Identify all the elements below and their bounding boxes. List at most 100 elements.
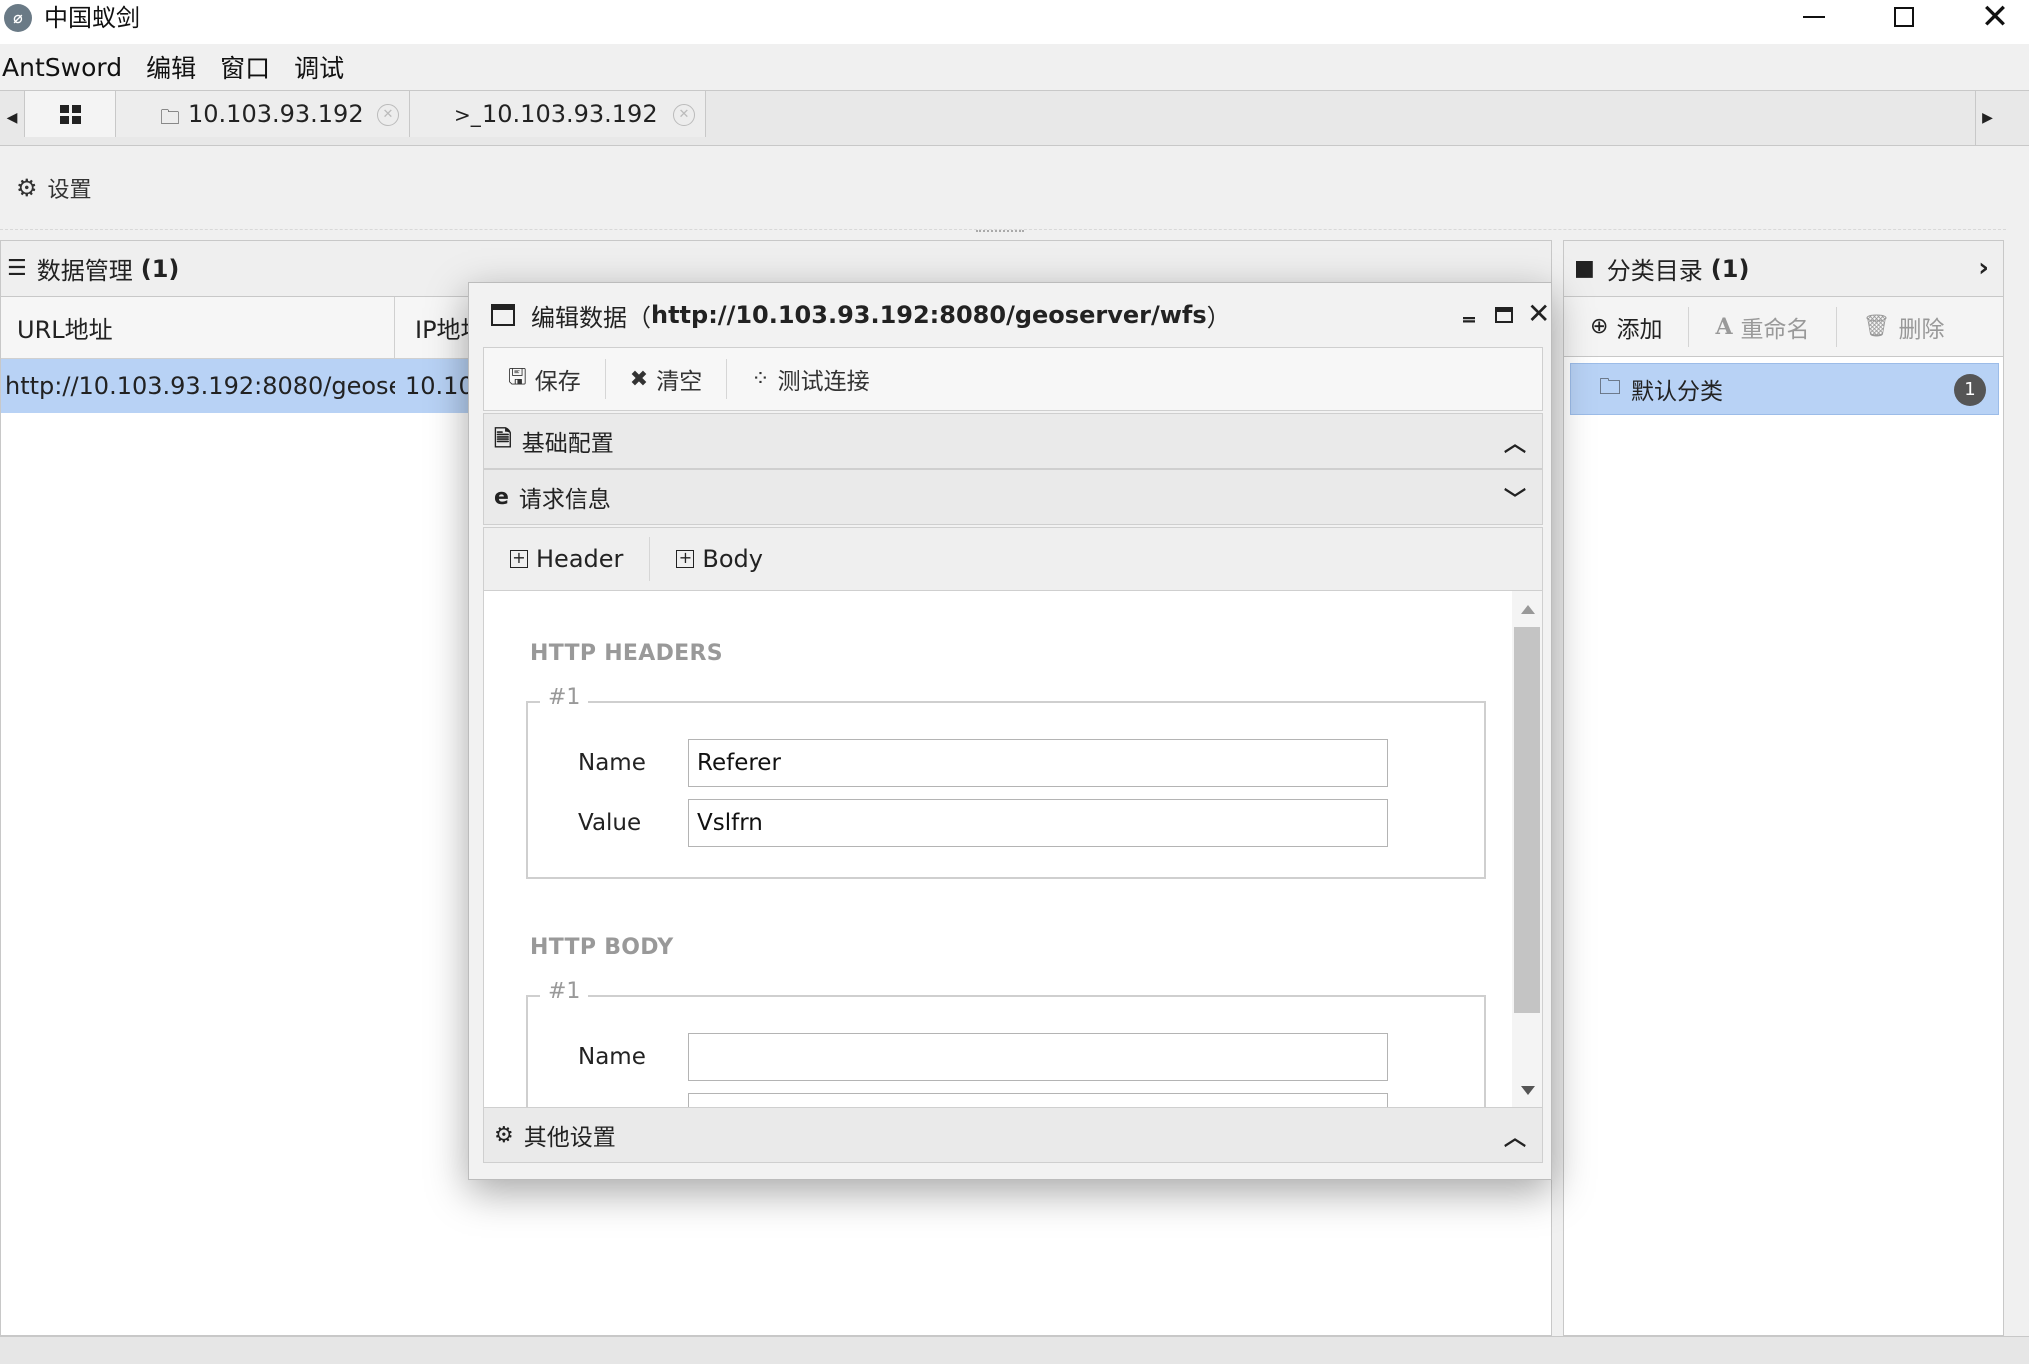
tab-label: 10.103.93.192	[188, 100, 364, 128]
dialog-title-prefix: 编辑数据（	[531, 303, 651, 332]
settings-button[interactable]: ⚙ 设置	[16, 172, 92, 204]
antsword-logo-icon: ⌀	[4, 4, 32, 32]
splitter-handle[interactable]	[976, 230, 1024, 236]
folder-open-icon: 🗀	[1599, 375, 1622, 400]
browser-e-icon: e	[494, 484, 509, 510]
dialog-title-bar[interactable]: 编辑数据（ http://10.103.93.192:8080/geoserve…	[469, 283, 1551, 347]
chevron-up-icon: ︿	[1503, 1126, 1526, 1151]
settings-label: 设置	[47, 178, 92, 203]
dialog-maximize-icon[interactable]	[1495, 301, 1513, 329]
dialog-toolbar: 🖫 保存 ✖ 清空 ⁘ 测试连接	[483, 347, 1543, 411]
category-panel-count: (1)	[1710, 254, 1750, 283]
maximize-button[interactable]	[1864, 0, 1944, 34]
floppy-icon: 🖫	[508, 365, 527, 390]
tab-terminal[interactable]: >_ 10.103.93.192 ✕	[410, 91, 706, 137]
chevron-up-icon: ︿	[1503, 432, 1526, 457]
content-scrollbar[interactable]	[1512, 591, 1542, 1107]
body-value-input[interactable]	[688, 1093, 1388, 1107]
category-count-badge: 1	[1954, 374, 1986, 406]
chevron-right-icon[interactable]: ›	[1978, 253, 1989, 283]
list-icon: ☰	[7, 256, 27, 281]
close-button[interactable]: ✕	[1955, 0, 2029, 34]
tab-header[interactable]: + Header	[484, 537, 651, 581]
dialog-close-icon[interactable]: ✕	[1527, 297, 1550, 330]
gear-icon: ⚙	[16, 174, 38, 202]
header-name-label: Name	[578, 750, 646, 776]
tab-body[interactable]: + Body	[650, 537, 789, 581]
cell-url: http://10.103.93.192:8080/geoserver/wfs	[5, 372, 395, 400]
body-name-label: Name	[578, 1044, 646, 1070]
tab-close-icon[interactable]: ✕	[377, 104, 399, 126]
minimize-icon	[1803, 16, 1825, 18]
section-request-label: 请求信息	[518, 487, 611, 513]
right-rail	[2006, 146, 2029, 1336]
clear-button[interactable]: ✖ 清空	[606, 359, 728, 399]
test-label: 测试连接	[777, 369, 870, 395]
section-other-settings[interactable]: ⚙ 其他设置 ︿	[483, 1107, 1543, 1163]
save-label: 保存	[534, 369, 581, 395]
column-url[interactable]: URL地址	[1, 297, 395, 358]
body-legend: #1	[540, 979, 589, 1004]
tab-header-label: Header	[536, 545, 624, 573]
grid-icon	[59, 104, 81, 124]
header-fieldset: #1 Name Value	[526, 685, 1486, 879]
section-basic-label: 基础配置	[521, 431, 614, 457]
window-title: 中国蚁剑	[44, 4, 140, 32]
tab-scroll-right-button[interactable]: ▶	[1975, 91, 1999, 145]
spinner-icon: ⁘	[751, 366, 770, 392]
header-name-input[interactable]	[688, 739, 1388, 787]
edit-data-dialog: 编辑数据（ http://10.103.93.192:8080/geoserve…	[468, 282, 1552, 1180]
category-name: 默认分类	[1631, 379, 1724, 405]
delete-label: 删除	[1898, 316, 1945, 343]
menu-antsword[interactable]: AntSword	[0, 53, 134, 82]
dialog-title-url: http://10.103.93.192:8080/geoserver/wfs	[651, 301, 1207, 329]
tab-scroll-left-button[interactable]: ◀	[0, 91, 24, 145]
scroll-up-icon[interactable]	[1521, 605, 1535, 614]
tab-file-manager[interactable]: 🗀 10.103.93.192 ✕	[116, 91, 410, 137]
category-toolbar: ⊕ 添加 A 重命名 🗑 删除	[1564, 297, 2003, 357]
header-legend: #1	[540, 685, 589, 710]
close-icon: ✕	[1980, 0, 2010, 37]
trash-icon: 🗑	[1862, 314, 1891, 339]
menu-debug[interactable]: 调试	[292, 49, 356, 85]
tab-home[interactable]	[24, 91, 116, 137]
request-subtabs: + Header + Body	[483, 527, 1543, 591]
scroll-down-icon[interactable]	[1521, 1086, 1535, 1095]
section-request-info[interactable]: e 请求信息 ﹀	[483, 469, 1543, 525]
minimize-button[interactable]	[1774, 0, 1854, 34]
test-connection-button[interactable]: ⁘ 测试连接	[727, 359, 893, 399]
add-category-button[interactable]: ⊕ 添加	[1564, 306, 1690, 347]
section-basic-config[interactable]: 🗎 基础配置 ︿	[483, 413, 1543, 469]
header-name-row: Name	[578, 739, 1388, 787]
dialog-minimize-icon[interactable]: ‗	[1463, 295, 1475, 323]
save-button[interactable]: 🖫 保存	[484, 359, 606, 399]
tab-strip: ◀ 🗀 10.103.93.192 ✕ >_ 10.103.93.192 ✕ ▶	[0, 90, 2029, 146]
data-panel-title: 数据管理	[36, 257, 133, 285]
category-panel-header: ■ 分类目录 (1) ›	[1564, 241, 2003, 297]
file-text-icon: 🗎	[494, 427, 512, 452]
request-content: HTTP HEADERS #1 Name Value HTTP BODY #1 …	[483, 591, 1543, 1107]
category-panel-title: 分类目录	[1606, 257, 1703, 285]
body-fieldset: #1 Name	[526, 979, 1486, 1107]
menu-edit[interactable]: 编辑	[144, 49, 208, 85]
section-other-label: 其他设置	[523, 1125, 616, 1151]
main-toolbar: ⚙ 设置	[0, 146, 2006, 230]
chevron-down-icon: ﹀	[1503, 488, 1526, 513]
plus-square-icon: +	[510, 550, 528, 568]
body-value-row	[578, 1093, 1388, 1107]
body-name-input[interactable]	[688, 1033, 1388, 1081]
http-body-title: HTTP BODY	[530, 935, 674, 960]
rename-category-button[interactable]: A 重命名	[1689, 306, 1837, 347]
close-icon: ✖	[629, 366, 649, 392]
dialog-title-suffix: ）	[1206, 303, 1231, 332]
tab-body-label: Body	[702, 545, 763, 573]
scroll-thumb[interactable]	[1514, 627, 1540, 1013]
delete-category-button[interactable]: 🗑 删除	[1837, 307, 1971, 347]
tab-close-icon[interactable]: ✕	[673, 104, 695, 126]
folder-icon: 🗀	[160, 105, 180, 129]
header-value-input[interactable]	[688, 799, 1388, 847]
category-item[interactable]: 🗀 默认分类 1	[1570, 363, 1999, 415]
plus-circle-icon: ⊕	[1590, 314, 1609, 339]
plus-square-icon: +	[676, 550, 695, 568]
menu-window[interactable]: 窗口	[218, 49, 282, 85]
